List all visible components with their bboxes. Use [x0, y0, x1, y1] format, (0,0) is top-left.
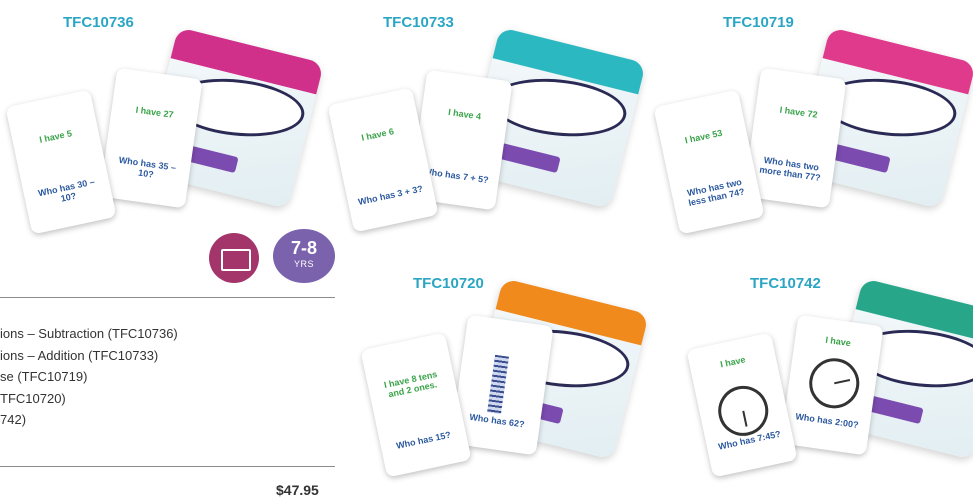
- product-code-tfc10733: TFC10733: [383, 14, 454, 31]
- card-bottom-text: Who has two less than 74?: [686, 176, 746, 209]
- list-item: TFC10720): [0, 390, 66, 406]
- flash-card: I have 53 Who has two less than 74?: [653, 89, 765, 235]
- card-bottom-text: Who has 2:00?: [794, 411, 860, 431]
- list-item: ions – Addition (TFC10733): [0, 347, 159, 363]
- card-top-text: I have 4: [447, 107, 482, 122]
- flash-card: I have 27 Who has 35 – 10?: [99, 67, 203, 209]
- list-item: se (TFC10719): [0, 369, 88, 384]
- card-top-text: I have 27: [135, 104, 175, 120]
- product-image-tfc10742[interactable]: I have Who has 2:00? I have Who has 7:45…: [686, 278, 973, 480]
- card-top-text: I have 6: [360, 126, 395, 143]
- card-bottom-text: Who has 3 + 3?: [357, 183, 424, 207]
- product-code-tfc10719: TFC10719: [723, 14, 794, 31]
- age-badge: 7-8 YRS: [273, 229, 335, 283]
- flash-card: I have 8 tens and 2 ones. Who has 15?: [360, 332, 472, 478]
- clock-icon: [806, 355, 863, 412]
- flash-card: I have Who has 7:45?: [686, 332, 798, 478]
- product-image-tfc10736[interactable]: I have 27 Who has 35 – 10? I have 5 Who …: [5, 27, 324, 235]
- list-item: ions – Subtraction (TFC10736): [0, 326, 178, 341]
- card-bottom-text: Who has 30 – 10?: [37, 176, 96, 204]
- age-unit: YRS: [293, 259, 314, 269]
- card-bottom-text: Who has 7 + 5?: [422, 166, 490, 186]
- card-top-text: I have 53: [683, 127, 724, 146]
- divider: [0, 297, 335, 298]
- flash-card: I have 72 Who has two more than 77?: [743, 67, 847, 209]
- card-bottom-text: Who has 15?: [395, 429, 452, 451]
- age-range: 7-8: [290, 238, 317, 258]
- card-top-text: I have: [719, 354, 747, 370]
- set-contents-list: ions – Subtraction (TFC10736) ions – Add…: [0, 323, 335, 431]
- card-top-text: I have 72: [779, 104, 819, 120]
- base-ten-blocks-icon: [487, 354, 510, 415]
- card-bottom-text: Who has two more than 77?: [758, 154, 822, 183]
- card-top-text: I have 8 tens and 2 ones.: [383, 369, 439, 400]
- flash-card: I have 5 Who has 30 – 10?: [5, 89, 117, 235]
- card-bottom-text: Who has 62?: [468, 411, 526, 430]
- product-code-tfc10736: TFC10736: [63, 14, 134, 31]
- card-top-text: I have 5: [38, 128, 73, 145]
- divider: [0, 466, 335, 467]
- product-image-tfc10720[interactable]: Who has 62? I have 8 tens and 2 ones. Wh…: [360, 278, 649, 480]
- list-item: 742): [0, 412, 27, 427]
- card-top-text: I have: [824, 334, 852, 349]
- product-image-tfc10733[interactable]: I have 4 Who has 7 + 5? I have 6 Who has…: [327, 27, 646, 233]
- flash-card: I have Who has 2:00?: [780, 314, 884, 456]
- card-bottom-text: Who has 35 – 10?: [118, 154, 177, 180]
- card-game-icon: [209, 233, 259, 283]
- product-image-tfc10719[interactable]: I have 72 Who has two more than 77? I ha…: [653, 27, 973, 235]
